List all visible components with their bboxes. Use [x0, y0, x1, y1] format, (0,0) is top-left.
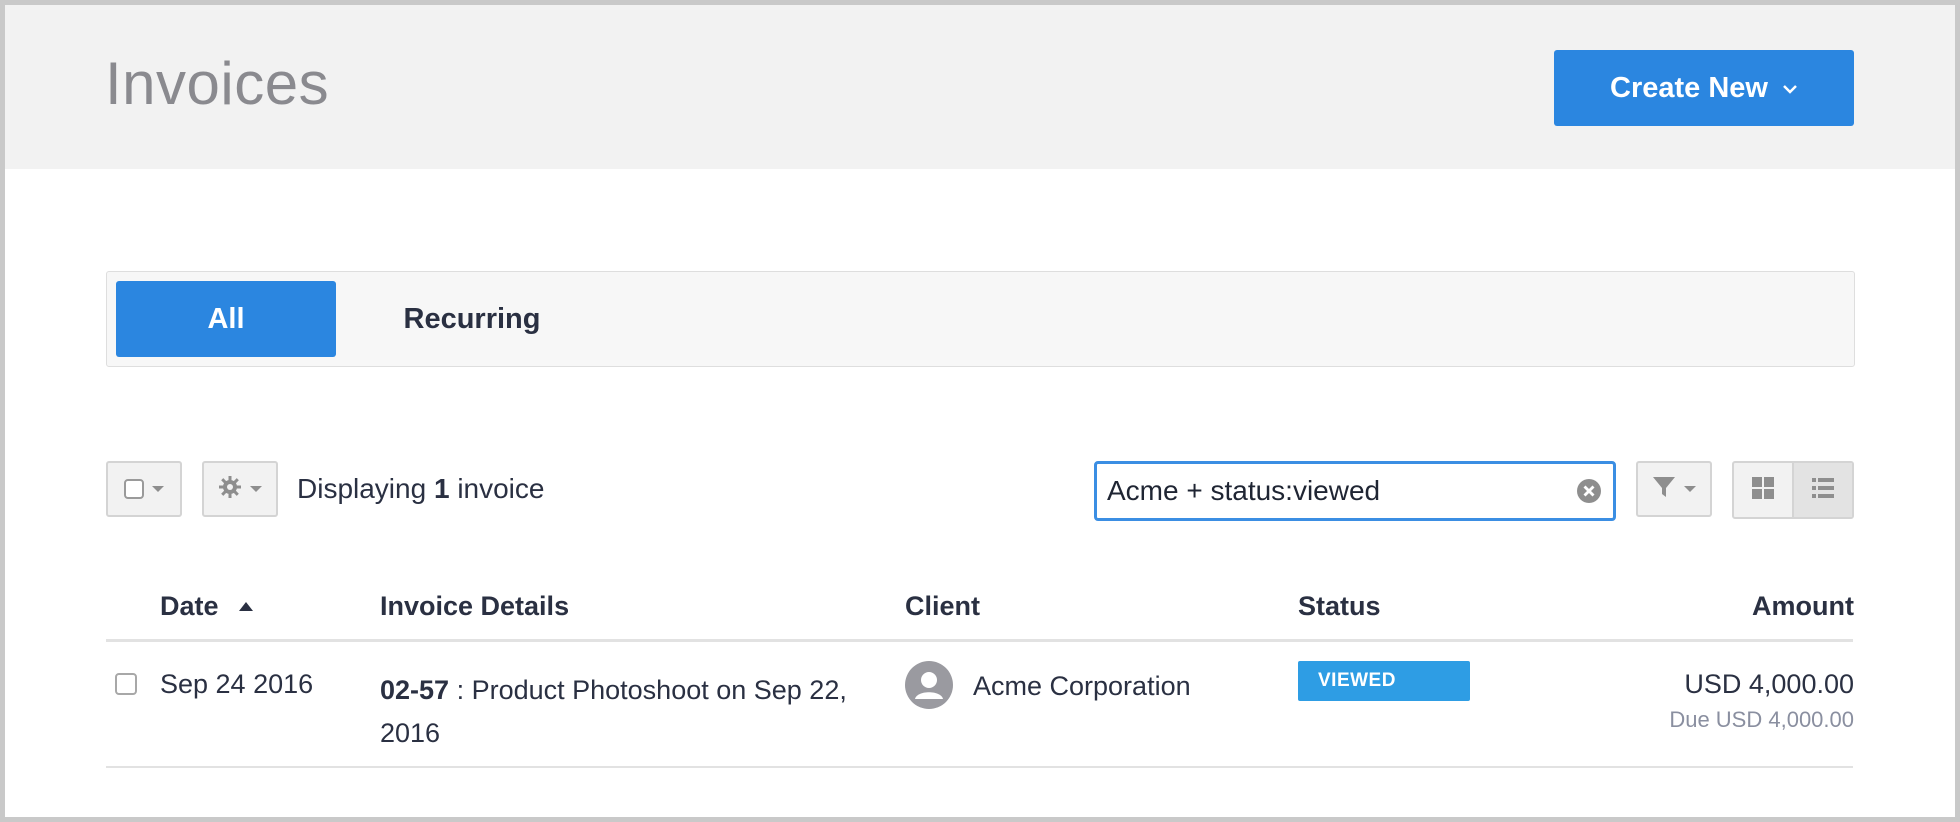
app-window: Invoices Create New All Recurring Displa…	[5, 5, 1955, 817]
gear-icon	[218, 475, 242, 504]
displaying-suffix: invoice	[457, 473, 545, 504]
column-header-status[interactable]: Status	[1298, 591, 1381, 622]
displaying-count: 1	[433, 473, 450, 504]
grid-view-button[interactable]	[1734, 463, 1792, 517]
invoice-description: : Product Photoshoot on Sep 22, 2016	[380, 675, 847, 748]
tab-all[interactable]: All	[116, 281, 336, 357]
invoice-due-amount: Due USD 4,000.00	[1669, 707, 1854, 732]
filter-dropdown[interactable]	[1636, 461, 1712, 517]
invoice-amount: USD 4,000.00	[1684, 669, 1854, 699]
search-box	[1094, 461, 1616, 521]
checkbox-icon	[124, 479, 144, 499]
table-header-divider	[106, 639, 1853, 642]
invoice-number: 02-57	[380, 675, 450, 705]
column-header-details[interactable]: Invoice Details	[380, 591, 569, 622]
page-title: Invoices	[105, 50, 330, 117]
caret-down-icon	[250, 486, 262, 492]
grid-view-icon	[1751, 476, 1775, 505]
client-name[interactable]: Acme Corporation	[973, 671, 1191, 702]
invoice-date: Sep 24 2016	[160, 669, 314, 699]
filter-icon	[1652, 475, 1676, 504]
row-checkbox[interactable]	[115, 673, 137, 695]
invoice-details[interactable]: 02-57 : Product Photoshoot on Sep 22, 20…	[380, 669, 900, 755]
bulk-actions-dropdown[interactable]	[202, 461, 278, 517]
select-all-dropdown[interactable]	[106, 461, 182, 517]
list-view-button[interactable]	[1792, 463, 1852, 517]
column-header-date[interactable]: Date	[160, 591, 253, 622]
search-input[interactable]	[1107, 464, 1557, 518]
create-new-button[interactable]: Create New	[1554, 50, 1854, 126]
caret-down-icon	[1684, 486, 1696, 492]
displaying-prefix: Displaying	[297, 473, 427, 504]
status-badge: VIEWED	[1298, 661, 1470, 701]
table-row-divider	[106, 766, 1853, 768]
avatar-icon	[905, 661, 953, 709]
column-header-amount[interactable]: Amount	[1752, 591, 1854, 622]
clear-search-icon[interactable]	[1576, 478, 1602, 504]
caret-down-icon	[152, 486, 164, 492]
create-new-label: Create New	[1610, 71, 1768, 104]
sort-ascending-icon	[238, 602, 253, 611]
view-toggle	[1732, 461, 1854, 519]
chevron-down-icon	[1782, 70, 1798, 103]
column-header-client[interactable]: Client	[905, 591, 980, 622]
displaying-count-text: Displaying 1 invoice	[297, 473, 544, 505]
page-header: Invoices Create New	[5, 5, 1955, 169]
invoice-tabs: All Recurring	[106, 271, 1855, 367]
list-view-icon	[1811, 477, 1835, 504]
tab-recurring[interactable]: Recurring	[377, 281, 567, 357]
column-header-date-label: Date	[160, 591, 219, 621]
